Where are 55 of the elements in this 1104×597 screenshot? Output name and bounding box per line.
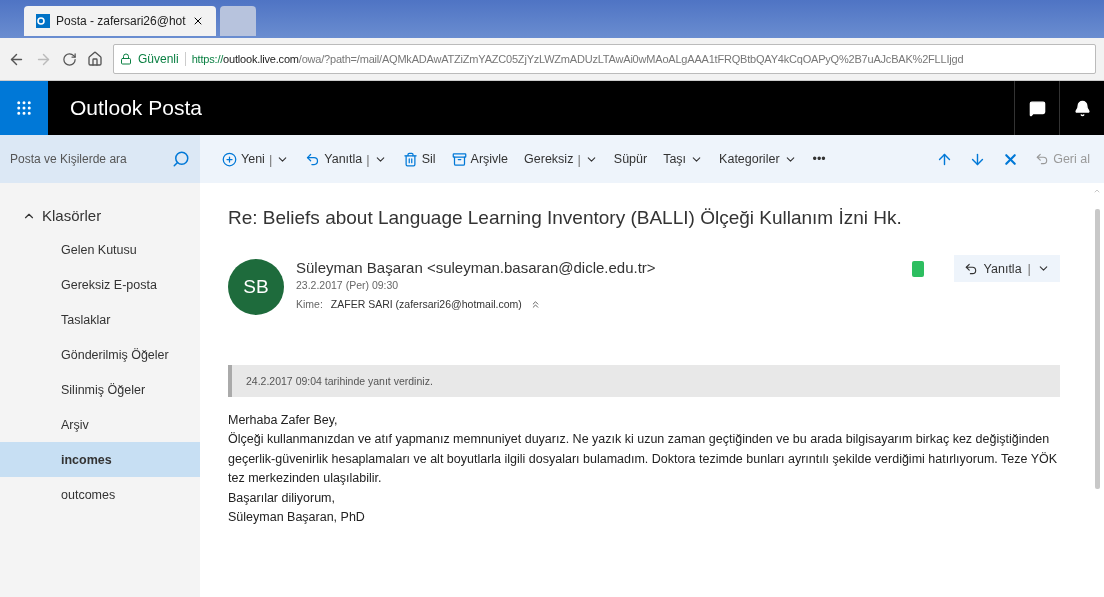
toolbar-button[interactable]: Yanıtla | xyxy=(305,151,387,167)
body-paragraph: Başarılar diliyorum, xyxy=(228,489,336,507)
folder-item[interactable]: incomes xyxy=(0,442,200,477)
plus-icon xyxy=(222,151,237,167)
lock-icon xyxy=(120,53,132,65)
message-date: 23.2.2017 (Per) 09:30 xyxy=(296,279,400,291)
reply-icon xyxy=(963,261,978,276)
reply-button[interactable]: Yanıtla | xyxy=(953,255,1060,282)
outlook-logo-icon xyxy=(36,14,50,28)
evernote-icon[interactable] xyxy=(911,261,924,277)
sender-name: Süleyman Başaran <suleyman.basaran@dicle.edu.tr> xyxy=(296,259,657,276)
address-bar[interactable]: Güvenli https://outlook.live.com/owa/?path=/mail/AQMkADAwATZiZmYAZC05ZjYzLWZmADUzLTAwAi0wMAoALgAAA1tFRQBtbQAY4kCqOAPyQ%2B7uAJcBAK%2FLLIjgd xyxy=(113,44,1096,74)
toolbar-button[interactable]: Süpür xyxy=(613,152,648,166)
folder-item[interactable]: Silinmiş Öğeler xyxy=(0,372,200,407)
bell-icon xyxy=(1073,99,1091,117)
trash-icon xyxy=(402,151,418,167)
url-text: https://outlook.live.com/owa/?path=/mail/AQMkADAwATZiZmYAZC05ZjYzLWZmADUzLTAwAi0wMAoALgAAA1tFRQBtbQAY4kCqOAPyQ%2B7uAJcBAK%2FLLIjgd xyxy=(191,53,964,65)
folder-item[interactable]: Gelen Kutusu xyxy=(0,232,200,267)
folder-item[interactable]: outcomes xyxy=(0,477,200,512)
home-icon[interactable] xyxy=(87,51,103,67)
undo-icon xyxy=(1035,152,1050,166)
sender-avatar: SB xyxy=(228,259,284,315)
folder-item[interactable]: Taslaklar xyxy=(0,302,200,337)
folders-heading[interactable]: Klasörler xyxy=(0,207,200,224)
search-icon xyxy=(172,150,190,168)
folder-item[interactable]: Gereksiz E-posta xyxy=(0,267,200,302)
browser-tab[interactable]: Posta - zafersari26@hot xyxy=(24,6,216,36)
folder-item[interactable]: Gönderilmiş Öğeler xyxy=(0,337,200,372)
recipient: ZAFER SARI (zafersari26@hotmail.com) xyxy=(330,298,522,310)
archive-icon xyxy=(451,151,467,167)
tab-title: Posta - zafersari26@hot xyxy=(56,14,186,28)
recipient-label: Kime: xyxy=(296,298,323,310)
body-paragraph: Merhaba Zafer Bey, xyxy=(228,412,339,429)
toolbar-button[interactable]: ••• xyxy=(812,152,826,166)
grid-icon xyxy=(15,99,33,117)
reply-icon xyxy=(305,151,321,167)
security-label: Güvenli xyxy=(138,52,186,66)
reply-notice: 24.2.2017 09:04 tarihinde yanıt verdiniz. xyxy=(228,365,1060,397)
browser-tab[interactable] xyxy=(219,6,256,36)
search-input[interactable]: Posta ve Kişilerde ara xyxy=(8,151,162,167)
body-paragraph: Ölçeği kullanmanızdan ve atıf yapmanız memnuniyet duyarız. Ne yazık ki uzun zaman geçtiğinden ve bu arada bilgisayarım birkaç kez değiştiğinden geçerlik-güvenirlik hesaplamaları ve alt boyutlarla ilgili dosyaları bulamadım. Doktora tezimde bunları ayrıntılı şekilde verdiğimi hatırlıyorum. Teze YÖK tez merkezinden ulaşılabilir. xyxy=(228,431,1059,488)
search-field[interactable]: Posta ve Kişilerde ara xyxy=(0,135,200,183)
app-title: Outlook Posta xyxy=(70,96,203,120)
toolbar-button[interactable]: Yeni | xyxy=(222,151,290,167)
toolbar-button[interactable]: Gereksiz | xyxy=(524,151,598,167)
app-launcher-button[interactable] xyxy=(0,81,48,135)
body-paragraph: Süleyman Başaran, PhD xyxy=(228,508,366,526)
toolbar-button[interactable]: Arşivle xyxy=(451,151,509,167)
folder-item[interactable]: Arşiv xyxy=(0,407,200,442)
chat-icon xyxy=(1028,99,1046,117)
reload-icon[interactable] xyxy=(62,51,77,67)
toolbar-button[interactable]: Sil xyxy=(402,151,436,167)
toolbar-button[interactable]: Taşı xyxy=(663,152,704,166)
toolbar-button[interactable]: Kategoriler xyxy=(719,152,797,166)
message-subject: Re: Beliefs about Language Learning Inventory (BALLI) Ölçeği Kullanım İzni Hk. xyxy=(228,207,903,229)
